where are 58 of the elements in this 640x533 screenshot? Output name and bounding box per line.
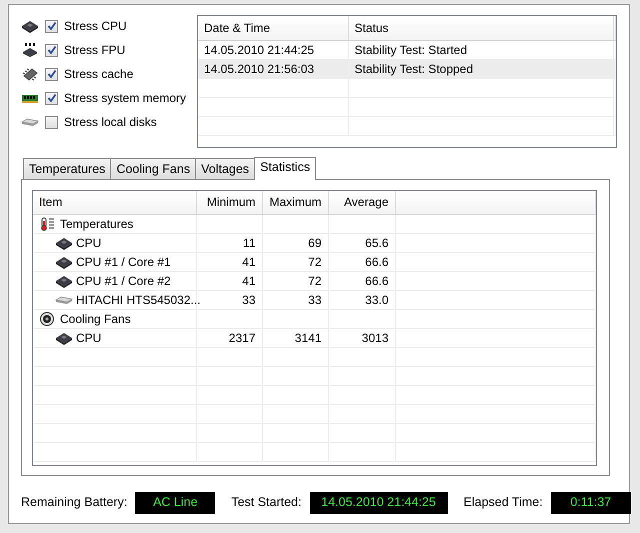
status-display: 14.05.2010 21:44:25 — [310, 492, 448, 514]
column-header[interactable]: Item — [39, 195, 62, 210]
checkbox[interactable] — [45, 68, 58, 80]
cpu-chip-icon — [55, 274, 73, 288]
table-cell: 41 — [242, 255, 256, 270]
group-label: Temperatures — [60, 216, 134, 234]
status-text: Stability Test: Started — [354, 42, 467, 56]
table-cell: 66.6 — [365, 274, 388, 288]
cpu-chip-icon — [55, 255, 73, 270]
table-cell: 33.0 — [365, 293, 388, 308]
table-cell: 2317 — [228, 331, 256, 346]
cpu-chip-icon — [55, 236, 73, 250]
checkbox-label: Stress cache — [64, 66, 134, 83]
date-time-text: 14.05.2010 21:44:25 — [204, 42, 314, 56]
status-label: Elapsed Time: — [464, 494, 544, 512]
column-header[interactable]: Status — [354, 20, 389, 35]
tab[interactable]: Cooling Fans — [110, 158, 196, 179]
table-cell: 3013 — [362, 331, 388, 346]
table-cell: 65.6 — [365, 236, 388, 250]
checkbox[interactable] — [45, 20, 58, 32]
table-cell: 3141 — [294, 331, 322, 346]
checkbox-label: Stress CPU — [64, 18, 127, 35]
checkbox[interactable] — [45, 44, 58, 56]
memory-chip-icon — [21, 67, 39, 81]
table-cell: 33 — [308, 293, 322, 308]
table-cell: 69 — [308, 236, 322, 250]
status-display: 0:11:37 — [550, 492, 631, 514]
cpu-chip-icon — [21, 19, 39, 33]
table-cell: 66.6 — [365, 255, 388, 270]
thermometer-icon — [39, 217, 57, 232]
status-label: Remaining Battery: — [21, 494, 128, 512]
tab[interactable]: Temperatures — [23, 158, 112, 179]
log-row[interactable]: 14.05.2010 21:44:25 Stability Test: Started — [198, 40, 616, 59]
cpu-chip-icon — [55, 331, 73, 346]
table-cell: 72 — [308, 274, 322, 288]
table-cell: 33 — [242, 293, 256, 308]
table-cell: 72 — [308, 255, 322, 270]
status-text: Stability Test: Stopped — [354, 62, 474, 76]
table-cell: 41 — [242, 274, 256, 288]
sensor-label: CPU — [76, 330, 102, 348]
checkbox[interactable] — [45, 116, 58, 128]
tab[interactable]: Statistics — [254, 156, 316, 180]
checkbox[interactable] — [45, 92, 58, 104]
checkbox-label: Stress local disks — [64, 114, 157, 131]
status-label: Test Started: — [231, 494, 302, 512]
status-display: AC Line — [135, 492, 216, 514]
tab[interactable]: Voltages — [195, 158, 256, 179]
table-cell: 11 — [243, 236, 256, 250]
fan-icon — [39, 312, 57, 326]
checkbox-label: Stress system memory — [64, 90, 186, 107]
date-time-text: 14.05.2010 21:56:03 — [204, 62, 314, 76]
sensor-label: HITACHI HTS545032... — [76, 292, 200, 310]
group-label: Cooling Fans — [60, 311, 131, 328]
sensor-label: CPU #1 / Core #2 — [76, 273, 171, 290]
sensor-label: CPU #1 / Core #1 — [76, 254, 171, 272]
checkbox-label: Stress FPU — [64, 42, 126, 59]
chip-icon — [21, 43, 39, 57]
sensor-label: CPU — [76, 235, 102, 252]
